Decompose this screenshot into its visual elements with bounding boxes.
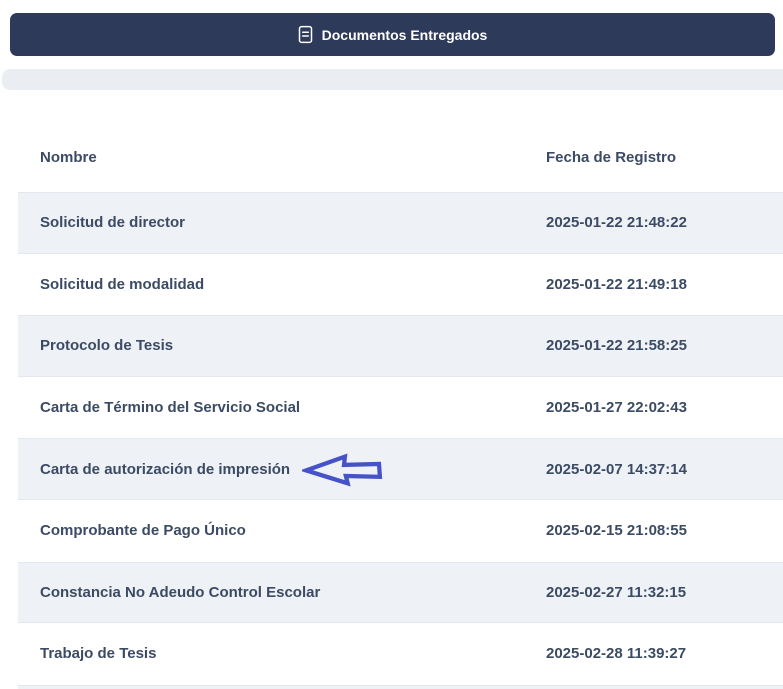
table-row: Protocolo de Tesis 2025-01-22 21:58:25 (18, 315, 783, 377)
documents-table: Nombre Fecha de Registro Solicitud de di… (18, 122, 783, 689)
document-name: Carta de autorización de impresión (40, 461, 290, 478)
page: Documentos Entregados Nombre Fecha de Re… (0, 0, 783, 689)
document-name-cell: Solicitud de modalidad (18, 276, 546, 293)
table-row: Constancia No Adeudo Control Escolar 202… (18, 562, 783, 624)
document-name: Solicitud de modalidad (40, 276, 204, 293)
document-date: 2025-02-28 11:39:27 (546, 645, 783, 662)
document-name-cell: Solicitud de director (18, 214, 546, 231)
table-row: Comprobante de Pago Único 2025-02-15 21:… (18, 500, 783, 562)
document-name: Protocolo de Tesis (40, 337, 173, 354)
documents-card: Nombre Fecha de Registro Solicitud de di… (2, 90, 783, 689)
document-name: Constancia No Adeudo Control Escolar (40, 584, 320, 601)
document-date: 2025-02-27 11:32:15 (546, 584, 783, 601)
document-name-cell: Constancia No Adeudo Control Escolar (18, 584, 546, 601)
document-name: Trabajo de Tesis (40, 645, 156, 662)
file-text-icon (298, 25, 313, 44)
column-header-nombre: Nombre (18, 149, 546, 166)
column-header-fecha: Fecha de Registro (546, 149, 783, 166)
annotation-arrow-icon (302, 452, 386, 487)
document-name-cell: Protocolo de Tesis (18, 337, 546, 354)
table-row: Trabajo de Tesis 2025-02-28 11:39:27 (18, 623, 783, 685)
table-row: Solicitud de director 2025-01-22 21:48:2… (18, 192, 783, 254)
header-title: Documentos Entregados (322, 27, 488, 43)
document-date: 2025-01-27 22:02:43 (546, 399, 783, 416)
document-date: 2025-01-22 21:49:18 (546, 276, 783, 293)
table-row-partial (18, 685, 783, 689)
document-name-cell: Carta de autorización de impresión (18, 452, 546, 487)
document-name: Carta de Término del Servicio Social (40, 399, 300, 416)
document-name-cell: Comprobante de Pago Único (18, 522, 546, 539)
document-date: 2025-01-22 21:58:25 (546, 337, 783, 354)
document-name-cell: Trabajo de Tesis (18, 645, 546, 662)
document-name: Solicitud de director (40, 214, 185, 231)
document-date: 2025-01-22 21:48:22 (546, 214, 783, 231)
table-row: Carta de Término del Servicio Social 202… (18, 377, 783, 439)
table-row: Carta de autorización de impresión 2025-… (18, 438, 783, 500)
documents-header-bar[interactable]: Documentos Entregados (10, 13, 775, 56)
divider-strip (2, 69, 783, 90)
document-date: 2025-02-07 14:37:14 (546, 461, 783, 478)
document-name-cell: Carta de Término del Servicio Social (18, 399, 546, 416)
table-body: Solicitud de director 2025-01-22 21:48:2… (18, 192, 783, 689)
document-name: Comprobante de Pago Único (40, 522, 246, 539)
table-row: Solicitud de modalidad 2025-01-22 21:49:… (18, 254, 783, 316)
document-date: 2025-02-15 21:08:55 (546, 522, 783, 539)
table-header-row: Nombre Fecha de Registro (18, 122, 783, 192)
